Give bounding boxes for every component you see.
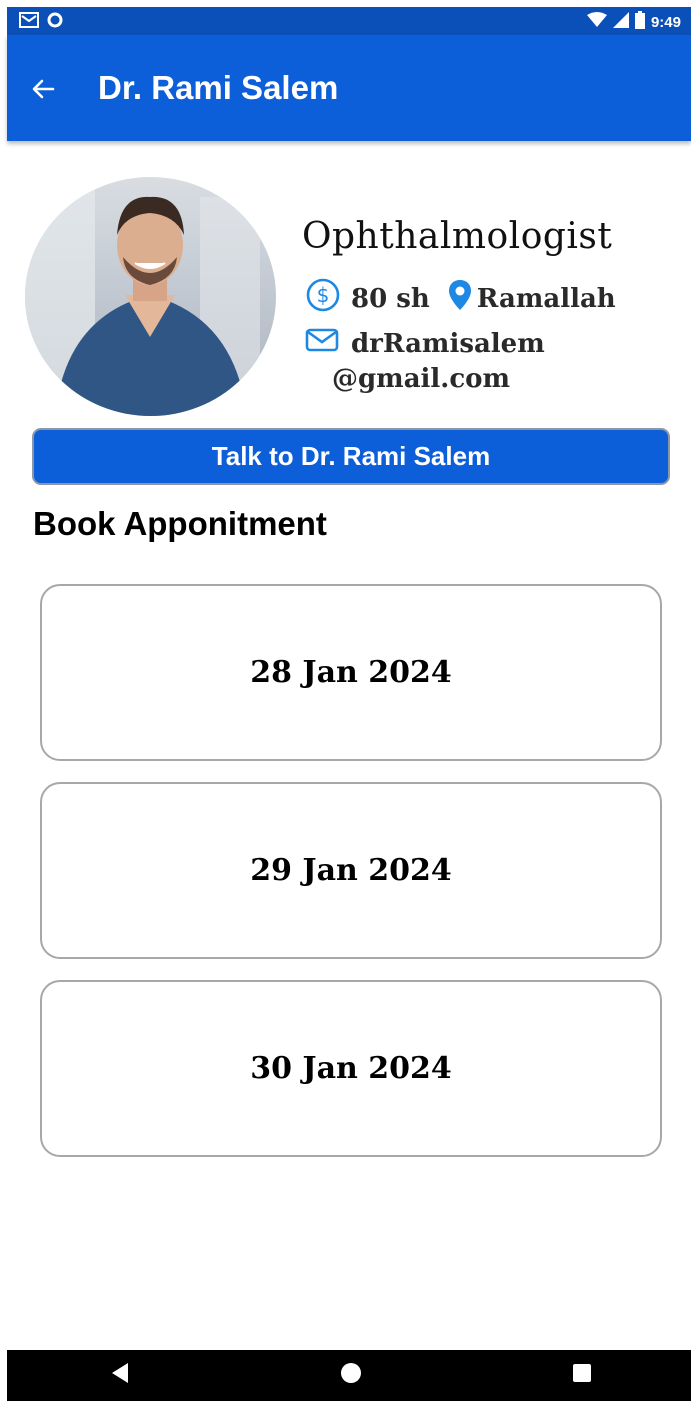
book-appointment-heading: Book Apponitment xyxy=(33,505,327,542)
appointment-date-card[interactable]: 30 Jan 2024 xyxy=(40,980,662,1157)
doctor-avatar xyxy=(25,177,276,416)
appointment-date-card[interactable]: 29 Jan 2024 xyxy=(40,782,662,959)
battery-icon xyxy=(634,11,645,33)
back-button[interactable] xyxy=(29,75,57,103)
appointment-date-card[interactable]: 28 Jan 2024 xyxy=(40,584,662,761)
nav-recents-button[interactable] xyxy=(552,1350,612,1401)
status-time: 9:49 xyxy=(650,13,681,31)
wifi-icon xyxy=(586,12,607,32)
nav-back-button[interactable] xyxy=(90,1350,150,1401)
gmail-icon xyxy=(19,12,39,33)
app-bar: Dr. Rami Salem xyxy=(7,35,691,141)
page-title: Dr. Rami Salem xyxy=(98,69,339,106)
doctor-email-line2: @gmail.com xyxy=(332,364,511,394)
mail-icon xyxy=(305,327,339,360)
svg-text:$: $ xyxy=(317,283,330,307)
email-row: drRamisalem xyxy=(305,327,545,360)
price-location-row: $ 80 sh Ramallah xyxy=(305,277,616,320)
dollar-circle-icon: $ xyxy=(305,277,341,320)
circle-notification-icon xyxy=(47,12,63,33)
doctor-specialty: Ophthalmologist xyxy=(302,216,613,257)
location-pin-icon xyxy=(448,279,472,318)
doctor-location: Ramallah xyxy=(476,283,616,314)
doctor-email-line1: drRamisalem xyxy=(351,328,545,359)
arrow-left-icon xyxy=(29,79,57,107)
status-bar: 9:49 xyxy=(7,7,691,35)
consultation-price: 80 sh xyxy=(351,283,430,314)
back-triangle-icon xyxy=(110,1362,130,1389)
nav-home-button[interactable] xyxy=(321,1350,381,1401)
recents-square-icon xyxy=(572,1363,592,1388)
talk-to-doctor-button[interactable]: Talk to Dr. Rami Salem xyxy=(32,428,670,485)
home-circle-icon xyxy=(340,1362,362,1389)
system-nav-bar xyxy=(7,1350,691,1401)
signal-icon xyxy=(612,12,629,32)
